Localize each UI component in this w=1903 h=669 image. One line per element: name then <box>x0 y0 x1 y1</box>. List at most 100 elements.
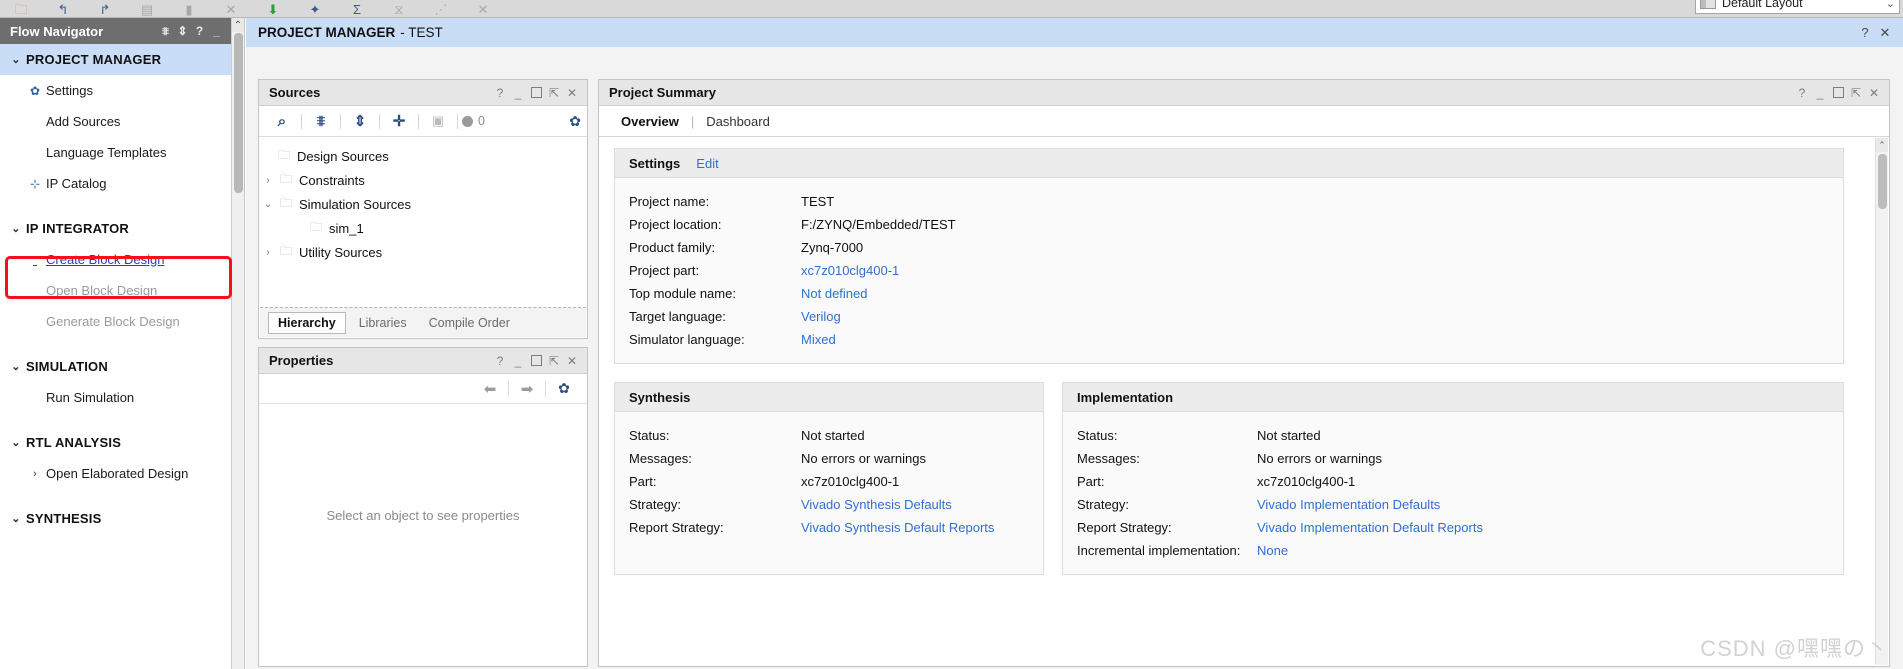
minimize-icon[interactable]: _ <box>509 352 527 370</box>
sidebar-item-ip-catalog[interactable]: ⊹ IP Catalog <box>0 168 231 199</box>
project-summary-scrollbar[interactable]: ⌃ <box>1875 138 1888 665</box>
tab-hierarchy[interactable]: Hierarchy <box>268 312 346 334</box>
chevron-down-icon[interactable]: ⌄ <box>6 512 26 525</box>
sidebar-group-rtl-analysis[interactable]: ⌄ RTL ANALYSIS <box>0 427 231 458</box>
sidebar-item-open-elaborated-design[interactable]: › Open Elaborated Design <box>0 458 231 489</box>
book-icon[interactable]: ▮ <box>168 0 210 18</box>
help-icon[interactable]: ? <box>1793 84 1811 102</box>
chevron-down-icon[interactable]: ⌄ <box>6 222 26 235</box>
sidebar-group-simulation[interactable]: ⌄ SIMULATION <box>0 351 231 382</box>
expand-collapse-icon[interactable]: ⇕ <box>174 21 191 41</box>
sidebar-group-project-manager[interactable]: ⌄ PROJECT MANAGER <box>0 44 231 75</box>
chevron-right-icon[interactable]: › <box>260 175 276 186</box>
minimize-icon[interactable]: _ <box>1811 84 1829 102</box>
settings-value-link[interactable]: xc7z010clg400-1 <box>801 263 899 278</box>
chevron-down-icon[interactable]: ⌄ <box>1886 0 1895 10</box>
sidebar-item-run-simulation[interactable]: · Run Simulation <box>0 382 231 413</box>
minimize-icon[interactable]: _ <box>509 84 527 102</box>
sources-toolbar: ⌕ ⩨ ⇕ ✛ ▣ 0 ✿ <box>259 106 587 137</box>
chevron-right-icon[interactable]: › <box>260 247 276 258</box>
forward-arrow-icon[interactable]: ➡ <box>512 377 542 401</box>
sidebar-item-open-block-design[interactable]: · Open Block Design <box>0 275 231 306</box>
tab-compile-order[interactable]: Compile Order <box>420 313 519 333</box>
implementation-value-link[interactable]: None <box>1257 543 1288 558</box>
folder-open-icon[interactable]: 🗀 <box>0 0 42 18</box>
sidebar-item-add-sources[interactable]: · Add Sources <box>0 106 231 137</box>
help-icon[interactable]: ? <box>491 84 509 102</box>
copy-icon[interactable]: ▤ <box>126 0 168 18</box>
tree-item-sim-1[interactable]: 🗀 sim_1 <box>260 216 586 240</box>
scroll-up-icon[interactable]: ⌃ <box>1876 138 1888 152</box>
scroll-thumb[interactable] <box>234 33 243 193</box>
plus-icon[interactable]: ✛ <box>384 108 414 134</box>
synthesis-key: Status: <box>629 428 801 443</box>
tree-item-design-sources[interactable]: 🗀 Design Sources <box>260 144 586 168</box>
float-icon[interactable]: ⇱ <box>1847 84 1865 102</box>
layout-dropdown[interactable]: Default Layout ⌄ <box>1695 0 1900 14</box>
maximize-icon[interactable] <box>527 352 545 370</box>
maximize-icon[interactable] <box>1829 84 1847 102</box>
chevron-down-icon[interactable]: ⌄ <box>260 199 276 210</box>
settings-value-link[interactable]: Verilog <box>801 309 841 324</box>
minimize-icon[interactable]: _ <box>208 21 225 41</box>
collapse-all-icon[interactable]: ⩨ <box>157 21 174 41</box>
sidebar-item-label: Settings <box>46 83 93 98</box>
sidebar-group-synthesis[interactable]: ⌄ SYNTHESIS <box>0 503 231 534</box>
expand-all-icon[interactable]: ⇕ <box>345 108 375 134</box>
close-icon[interactable]: ✕ <box>563 352 581 370</box>
scroll-thumb[interactable] <box>1878 154 1887 209</box>
close-icon[interactable]: ✕ <box>1865 84 1883 102</box>
flow-icon[interactable]: ⧖ <box>378 0 420 18</box>
waveform-icon[interactable]: ⋰ <box>420 0 462 18</box>
sigma-icon[interactable]: Σ <box>336 0 378 18</box>
settings-value-link[interactable]: Mixed <box>801 332 836 347</box>
gear-icon[interactable]: ✿ <box>549 377 579 401</box>
implementation-value-link[interactable]: Vivado Implementation Defaults <box>1257 497 1440 512</box>
sidebar-item-language-templates[interactable]: · Language Templates <box>0 137 231 168</box>
wrench-icon[interactable]: ✕ <box>462 0 504 18</box>
no-icon: · <box>24 146 46 160</box>
settings-row: Project name: TEST <box>629 190 1843 213</box>
scroll-up-icon[interactable]: ⌃ <box>232 18 244 32</box>
sidebar-scrollbar[interactable]: ⌃ <box>232 18 245 669</box>
synthesis-value-link[interactable]: Vivado Synthesis Default Reports <box>801 520 994 535</box>
synthesis-value-link[interactable]: Vivado Synthesis Defaults <box>801 497 952 512</box>
help-icon[interactable]: ? <box>1855 25 1875 40</box>
search-icon[interactable]: ⌕ <box>267 108 297 134</box>
back-arrow-icon[interactable]: ⬅ <box>475 377 505 401</box>
close-icon[interactable]: ✕ <box>1875 25 1895 41</box>
redo-icon[interactable]: ↱ <box>84 0 126 18</box>
implementation-value-link[interactable]: Vivado Implementation Default Reports <box>1257 520 1483 535</box>
float-icon[interactable]: ⇱ <box>545 84 563 102</box>
bug-icon[interactable]: ✦ <box>294 0 336 18</box>
undo-icon[interactable]: ↰ <box>42 0 84 18</box>
tab-overview[interactable]: Overview <box>617 114 683 129</box>
settings-value-link[interactable]: Not defined <box>801 286 868 301</box>
report-icon[interactable]: ▣ <box>423 108 453 134</box>
chevron-down-icon[interactable]: ⌄ <box>6 360 26 373</box>
tab-dashboard[interactable]: Dashboard <box>702 114 774 129</box>
edit-settings-link[interactable]: Edit <box>696 156 718 171</box>
sidebar-item-create-block-design[interactable]: · Create Block Design <box>0 244 231 275</box>
tree-item-constraints[interactable]: › 🗀 Constraints <box>260 168 586 192</box>
collapse-all-icon[interactable]: ⩨ <box>306 108 336 134</box>
chevron-right-icon[interactable]: › <box>24 468 46 480</box>
help-icon[interactable]: ? <box>191 21 208 41</box>
settings-key: Product family: <box>629 240 801 255</box>
gear-icon[interactable]: ✿ <box>569 113 581 130</box>
tree-item-simulation-sources[interactable]: ⌄ 🗀 Simulation Sources <box>260 192 586 216</box>
sidebar-group-ip-integrator[interactable]: ⌄ IP INTEGRATOR <box>0 213 231 244</box>
tab-libraries[interactable]: Libraries <box>350 313 416 333</box>
chevron-down-icon[interactable]: ⌄ <box>6 53 26 66</box>
maximize-icon[interactable] <box>527 84 545 102</box>
sidebar-item-generate-block-design[interactable]: · Generate Block Design <box>0 306 231 337</box>
download-icon[interactable]: ⬇ <box>252 0 294 18</box>
close-x-icon[interactable]: ✕ <box>210 0 252 18</box>
chevron-down-icon[interactable]: ⌄ <box>6 436 26 449</box>
float-icon[interactable]: ⇱ <box>545 352 563 370</box>
tree-item-utility-sources[interactable]: › 🗀 Utility Sources <box>260 240 586 264</box>
help-icon[interactable]: ? <box>491 352 509 370</box>
sidebar-item-settings[interactable]: ✿ Settings <box>0 75 231 106</box>
close-icon[interactable]: ✕ <box>563 84 581 102</box>
workspace: Sources ? _ ⇱ ✕ ⌕ ⩨ ⇕ ✛ ▣ 0 <box>246 47 1903 669</box>
